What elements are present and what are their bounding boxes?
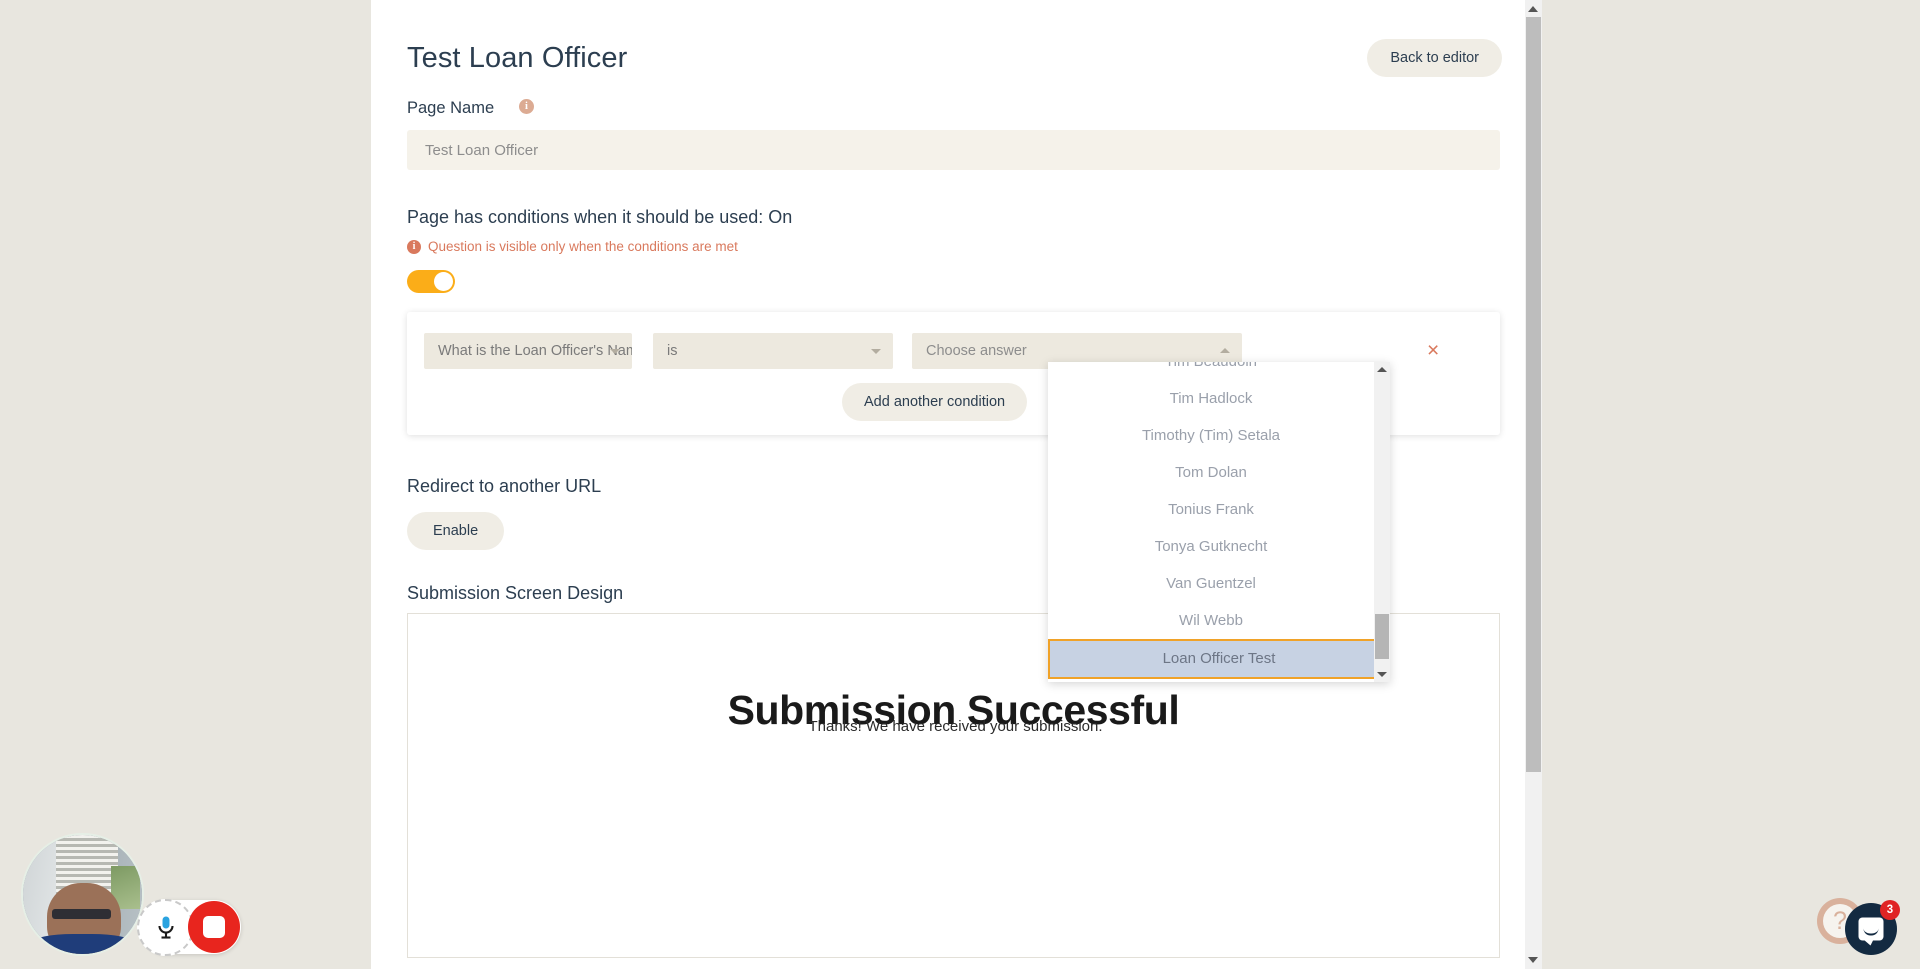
- list-item[interactable]: Tonya Gutknecht: [1048, 528, 1374, 565]
- chat-bubble-icon: [1858, 917, 1884, 946]
- page-title: Test Loan Officer: [407, 42, 628, 74]
- conditions-note-text: Question is visible only when the condit…: [428, 239, 738, 254]
- chevron-up-icon: [1220, 348, 1230, 353]
- list-item[interactable]: Tim Hadlock: [1048, 380, 1374, 417]
- conditions-toggle[interactable]: [407, 270, 455, 293]
- microphone-icon: [157, 916, 174, 939]
- submission-screen-heading: Submission Screen Design: [407, 583, 624, 603]
- list-item[interactable]: Wil Webb: [1048, 602, 1374, 639]
- page-name-label: Page Name: [407, 99, 495, 117]
- answer-dropdown-list[interactable]: Tim Beaudoin Tim Hadlock Timothy (Tim) S…: [1048, 362, 1390, 682]
- redirect-enable-button[interactable]: Enable: [407, 512, 505, 550]
- list-item[interactable]: Tim Beaudoin: [1048, 362, 1374, 380]
- page-scrollbar-thumb[interactable]: [1526, 17, 1541, 772]
- list-item[interactable]: Tonius Frank: [1048, 491, 1374, 528]
- list-item-selected[interactable]: Loan Officer Test: [1048, 639, 1374, 679]
- list-item[interactable]: Tom Dolan: [1048, 454, 1374, 491]
- recorder-controls: [137, 899, 241, 956]
- submission-success-subtitle: Thanks! We have received your submission…: [808, 718, 1103, 735]
- scroll-down-arrow-icon[interactable]: [1377, 672, 1387, 677]
- scroll-down-arrow-icon[interactable]: [1528, 957, 1538, 963]
- scroll-up-arrow-icon[interactable]: [1528, 6, 1538, 12]
- microphone-button[interactable]: [137, 899, 194, 956]
- list-item[interactable]: Van Guentzel: [1048, 565, 1374, 602]
- dropdown-scrollbar[interactable]: [1374, 362, 1390, 682]
- list-item[interactable]: Timothy (Tim) Setala: [1048, 417, 1374, 454]
- scroll-up-arrow-icon[interactable]: [1377, 367, 1387, 372]
- stop-recording-button[interactable]: [188, 901, 240, 953]
- webcam-person-glasses: [51, 908, 112, 920]
- remove-condition-icon[interactable]: ×: [1427, 340, 1439, 361]
- page-scrollbar[interactable]: [1525, 0, 1542, 969]
- conditions-heading: Page has conditions when it should be us…: [407, 207, 793, 227]
- chat-smile-icon: [1863, 929, 1879, 936]
- warning-info-icon: i: [407, 239, 421, 254]
- conditions-note: i Question is visible only when the cond…: [407, 239, 738, 254]
- add-another-condition-button[interactable]: Add another condition: [842, 383, 1028, 421]
- info-icon: i: [519, 99, 534, 114]
- condition-operator-select[interactable]: is: [653, 333, 893, 369]
- webcam-preview[interactable]: [23, 835, 142, 954]
- page-name-input[interactable]: [407, 130, 1500, 170]
- chevron-down-icon: [871, 349, 881, 354]
- toggle-knob: [434, 272, 453, 291]
- condition-operator-value: is: [667, 343, 678, 359]
- condition-question-value: What is the Loan Officer's Nam: [438, 343, 632, 359]
- chevron-down-icon: [610, 349, 620, 354]
- condition-question-select[interactable]: What is the Loan Officer's Nam: [424, 333, 632, 369]
- back-to-editor-button[interactable]: Back to editor: [1367, 39, 1502, 77]
- chat-unread-badge: 3: [1880, 900, 1900, 920]
- chat-button[interactable]: 3: [1845, 900, 1900, 955]
- redirect-heading: Redirect to another URL: [407, 476, 602, 496]
- screen-root: Test Loan Officer Back to editor Page Na…: [0, 0, 1920, 969]
- webcam-person-shirt: [32, 933, 133, 954]
- condition-answer-value: Choose answer: [926, 343, 1027, 359]
- answer-dropdown-scroll-pane: Tim Beaudoin Tim Hadlock Timothy (Tim) S…: [1048, 362, 1374, 682]
- stop-square-icon: [203, 916, 225, 938]
- dropdown-scrollbar-thumb[interactable]: [1375, 614, 1389, 659]
